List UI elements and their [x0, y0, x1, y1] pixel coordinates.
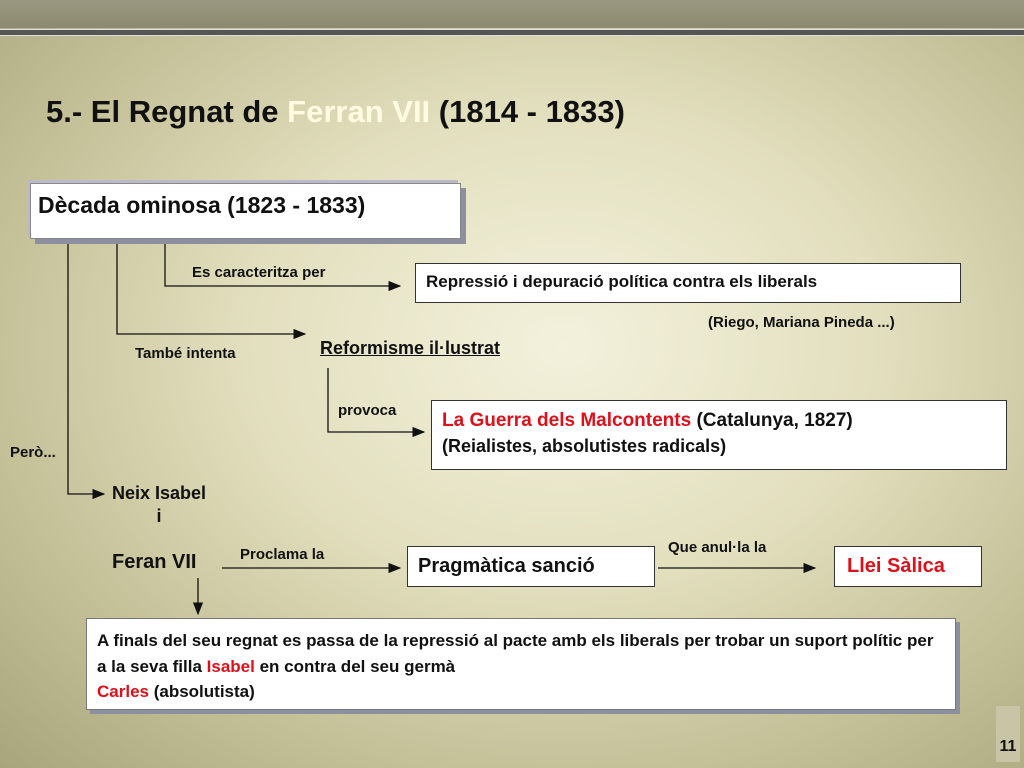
label-tambe: També intenta	[135, 345, 236, 362]
label-es-caracteritza: Es caracteritza per	[192, 264, 326, 281]
repressio-box: Repressió i depuració política contra el…	[415, 263, 961, 303]
guerra-box: La Guerra dels Malcontents (Catalunya, 1…	[431, 400, 1007, 470]
feran-vii: Feran VII	[112, 551, 197, 573]
label-reformisme: Reformisme il·lustrat	[320, 338, 501, 358]
arrow-tambe	[116, 231, 307, 340]
guerra-detail: (Catalunya, 1827)	[691, 410, 853, 431]
finals-carles: Carles	[97, 682, 149, 701]
finals-isabel: Isabel	[206, 656, 255, 676]
label-que-anul: Que anul·la la	[668, 539, 767, 556]
arrow-provoca	[327, 368, 426, 438]
neix-isabel: Neix Isabel i	[112, 482, 206, 529]
guerra-line2: (Reialistes, absolutistes radicals)	[442, 435, 727, 456]
decada-ominosa-box: Dècada ominosa (1823 - 1833)	[30, 183, 461, 239]
pragmatica-box: Pragmàtica sanció	[407, 546, 655, 587]
finals-text-2: en contra del seu germà	[254, 656, 456, 676]
label-provoca: provoca	[338, 402, 397, 419]
llei-salica-box: Llei Sàlica	[834, 546, 982, 587]
label-riego: (Riego, Mariana Pineda ...)	[708, 314, 895, 331]
finals-box: A finals del seu regnat es passa de la r…	[86, 618, 956, 710]
arrow-pero	[67, 231, 106, 500]
page-number: 11	[996, 706, 1020, 762]
neix-line2: i	[156, 506, 162, 527]
label-pero: Però...	[10, 444, 56, 461]
neix-line1: Neix Isabel	[112, 483, 207, 503]
label-proclama: Proclama la	[240, 546, 325, 563]
finals-text-3: (absolutista)	[148, 682, 255, 701]
guerra-title: La Guerra dels Malcontents	[442, 410, 692, 431]
